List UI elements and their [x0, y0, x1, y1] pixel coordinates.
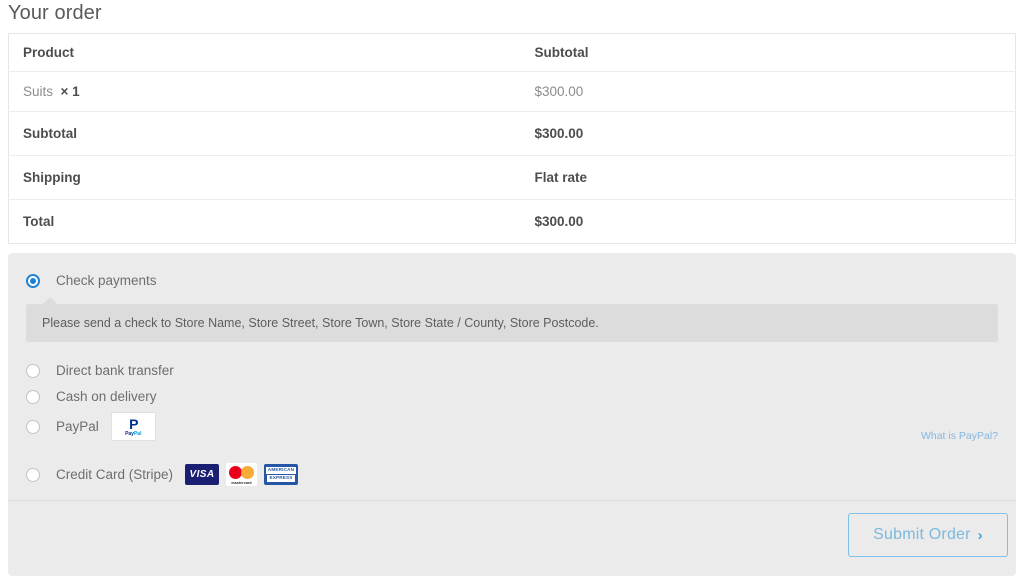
payment-option-credit-card-stripe[interactable]: Credit Card (Stripe) VISA mastercard AME… [26, 463, 298, 486]
paypal-wordmark: PayPal [125, 432, 141, 437]
cell-product-name: Suits × 1 [9, 72, 521, 112]
payment-option-label: Cash on delivery [56, 389, 157, 404]
column-header-product: Product [9, 34, 521, 72]
radio-cash-on-delivery[interactable] [26, 390, 40, 404]
amex-logo-icon: AMERICAN EXPRESS [264, 464, 298, 485]
radio-paypal[interactable] [26, 420, 40, 434]
payment-option-direct-bank-transfer[interactable]: Direct bank transfer [26, 363, 174, 378]
cell-shipping-value: Flat rate [521, 156, 1016, 200]
what-is-paypal-link[interactable]: What is PayPal? [921, 430, 998, 442]
product-quantity: × 1 [57, 84, 80, 99]
payment-option-paypal[interactable]: PayPal P PayPal [26, 412, 156, 441]
instructions-text: Please send a check to Store Name, Store… [42, 316, 599, 330]
cell-subtotal-value: $300.00 [521, 112, 1016, 156]
accepted-card-logos: VISA mastercard AMERICAN EXPRESS [185, 463, 298, 486]
cell-product-subtotal: $300.00 [521, 72, 1016, 112]
amex-line-2: EXPRESS [267, 475, 294, 482]
payment-option-cash-on-delivery[interactable]: Cash on delivery [26, 389, 157, 404]
check-payment-instructions: Please send a check to Store Name, Store… [26, 304, 998, 342]
cell-shipping-label: Shipping [9, 156, 521, 200]
table-header-row: Product Subtotal [9, 34, 1016, 72]
mastercard-yellow-circle [241, 466, 254, 479]
page-title: Your order [8, 2, 102, 25]
payment-option-label: Direct bank transfer [56, 363, 174, 378]
submit-order-button[interactable]: Submit Order › [848, 513, 1008, 557]
mastercard-logo-icon: mastercard [226, 463, 257, 486]
radio-credit-card-stripe[interactable] [26, 468, 40, 482]
chevron-right-icon: › [978, 528, 983, 543]
payment-option-label: PayPal [56, 419, 99, 434]
payment-option-label: Check payments [56, 273, 157, 288]
cell-total-label: Total [9, 200, 521, 244]
payment-option-label: Credit Card (Stripe) [56, 467, 173, 482]
radio-check-payments[interactable] [26, 274, 40, 288]
visa-logo-icon: VISA [185, 464, 219, 485]
submit-order-label: Submit Order [873, 526, 971, 544]
table-row: Suits × 1 $300.00 [9, 72, 1016, 112]
payment-option-check-payments[interactable]: Check payments [26, 273, 157, 288]
paypal-mark: P [129, 417, 137, 431]
radio-direct-bank-transfer[interactable] [26, 364, 40, 378]
checkout-page: Your order Product Subtotal Suits × 1 $3… [0, 0, 1024, 584]
table-row: Shipping Flat rate [9, 156, 1016, 200]
paypal-logo-icon: P PayPal [111, 412, 156, 441]
table-row: Subtotal $300.00 [9, 112, 1016, 156]
product-name: Suits [23, 84, 53, 99]
amex-line-1: AMERICAN [266, 467, 296, 474]
table-row: Total $300.00 [9, 200, 1016, 244]
cell-total-value: $300.00 [521, 200, 1016, 244]
cell-subtotal-label: Subtotal [9, 112, 521, 156]
column-header-subtotal: Subtotal [521, 34, 1016, 72]
mastercard-wordmark: mastercard [231, 481, 251, 485]
order-summary-table: Product Subtotal Suits × 1 $300.00 Subto… [8, 33, 1016, 244]
payment-methods-panel: Check payments Please send a check to St… [8, 253, 1016, 576]
panel-divider [8, 500, 1016, 501]
